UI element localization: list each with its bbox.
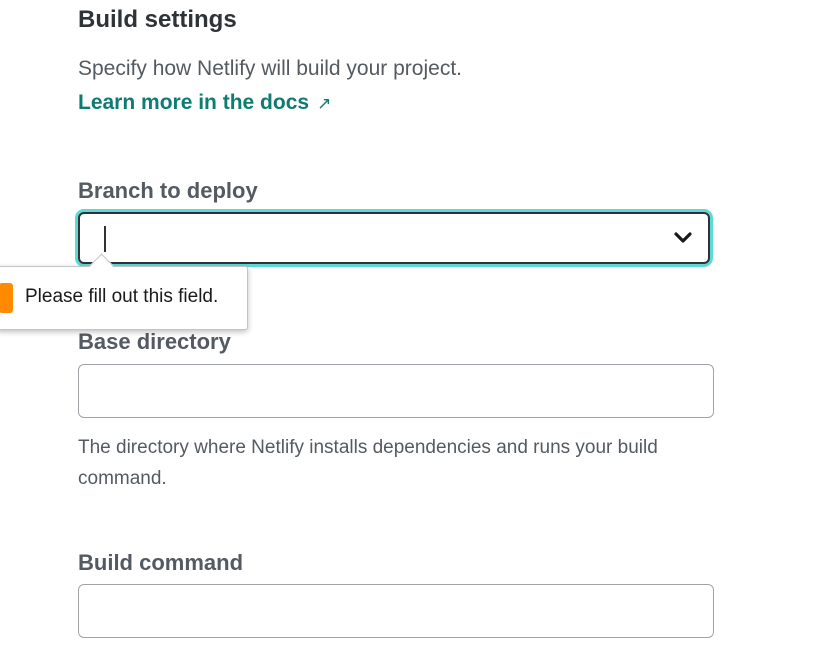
section-subtitle: Specify how Netlify will build your proj… (78, 57, 462, 80)
build-command-input[interactable] (78, 584, 714, 638)
text-cursor (104, 226, 106, 252)
branch-select[interactable] (78, 212, 710, 264)
docs-link-label: Learn more in the docs (78, 91, 310, 114)
build-command-label: Build command (78, 550, 244, 575)
docs-link[interactable]: Learn more in the docs ↗ (78, 91, 331, 115)
base-directory-help: The directory where Netlify installs dep… (78, 437, 658, 489)
chevron-down-icon (674, 232, 692, 243)
base-directory-input[interactable] (78, 364, 714, 418)
validation-tooltip: Please fill out this field. (0, 253, 248, 330)
warning-icon (0, 283, 13, 313)
external-arrow-icon: ↗ (317, 94, 332, 113)
tooltip-message: Please fill out this field. (25, 286, 219, 307)
section-title: Build settings (78, 6, 237, 33)
branch-label: Branch to deploy (78, 178, 258, 203)
base-directory-label: Base directory (78, 329, 231, 354)
